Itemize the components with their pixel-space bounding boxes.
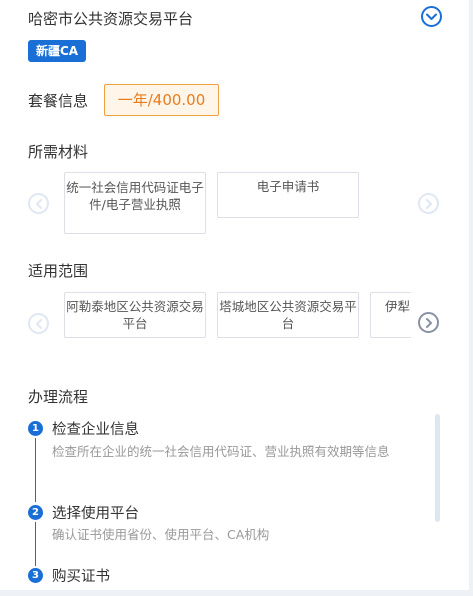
scope-card: 伊犁 [370, 292, 411, 338]
platform-title: 哈密市公共资源交易平台 [28, 10, 194, 28]
step-title: 选择使用平台 [52, 506, 139, 522]
scope-card: 阿勒泰地区公共资源交易平台 [64, 292, 206, 338]
scope-card-viewport: 塔城地区公共资源交易平台 伊犁 [217, 292, 411, 338]
scope-next-icon[interactable] [418, 312, 439, 333]
materials-prev-icon[interactable] [28, 193, 49, 214]
step-number: 2 [28, 505, 43, 520]
step-connector [35, 438, 36, 502]
process-scrollbar[interactable] [435, 414, 440, 522]
step-description: 确认证书使用省份、使用平台、CA机构 [52, 527, 270, 542]
package-label: 套餐信息 [28, 92, 89, 110]
process-label: 办理流程 [28, 388, 89, 406]
step-connector [35, 522, 36, 566]
materials-label: 所需材料 [28, 143, 89, 161]
materials-card: 电子申请书 [217, 172, 359, 218]
scope-label: 适用范围 [28, 262, 89, 280]
step-number: 3 [28, 568, 43, 583]
scope-prev-icon[interactable] [28, 313, 49, 334]
chevron-down-circle-icon[interactable] [421, 6, 442, 27]
materials-next-icon[interactable] [418, 193, 439, 214]
step-number: 1 [28, 421, 43, 436]
page-edge-bottom [0, 590, 473, 596]
step-title: 购买证书 [52, 569, 110, 585]
materials-card: 统一社会信用代码证电子件/电子营业执照 [64, 172, 206, 234]
step-title: 检查企业信息 [52, 422, 139, 438]
page-edge-right [469, 0, 473, 596]
scope-card: 塔城地区公共资源交易平台 [217, 292, 359, 338]
package-option-selected[interactable]: 一年/400.00 [104, 84, 219, 116]
ca-badge: 新疆CA [28, 40, 87, 62]
step-description: 检查所在企业的统一社会信用代码证、营业执照有效期等信息 [52, 444, 390, 459]
